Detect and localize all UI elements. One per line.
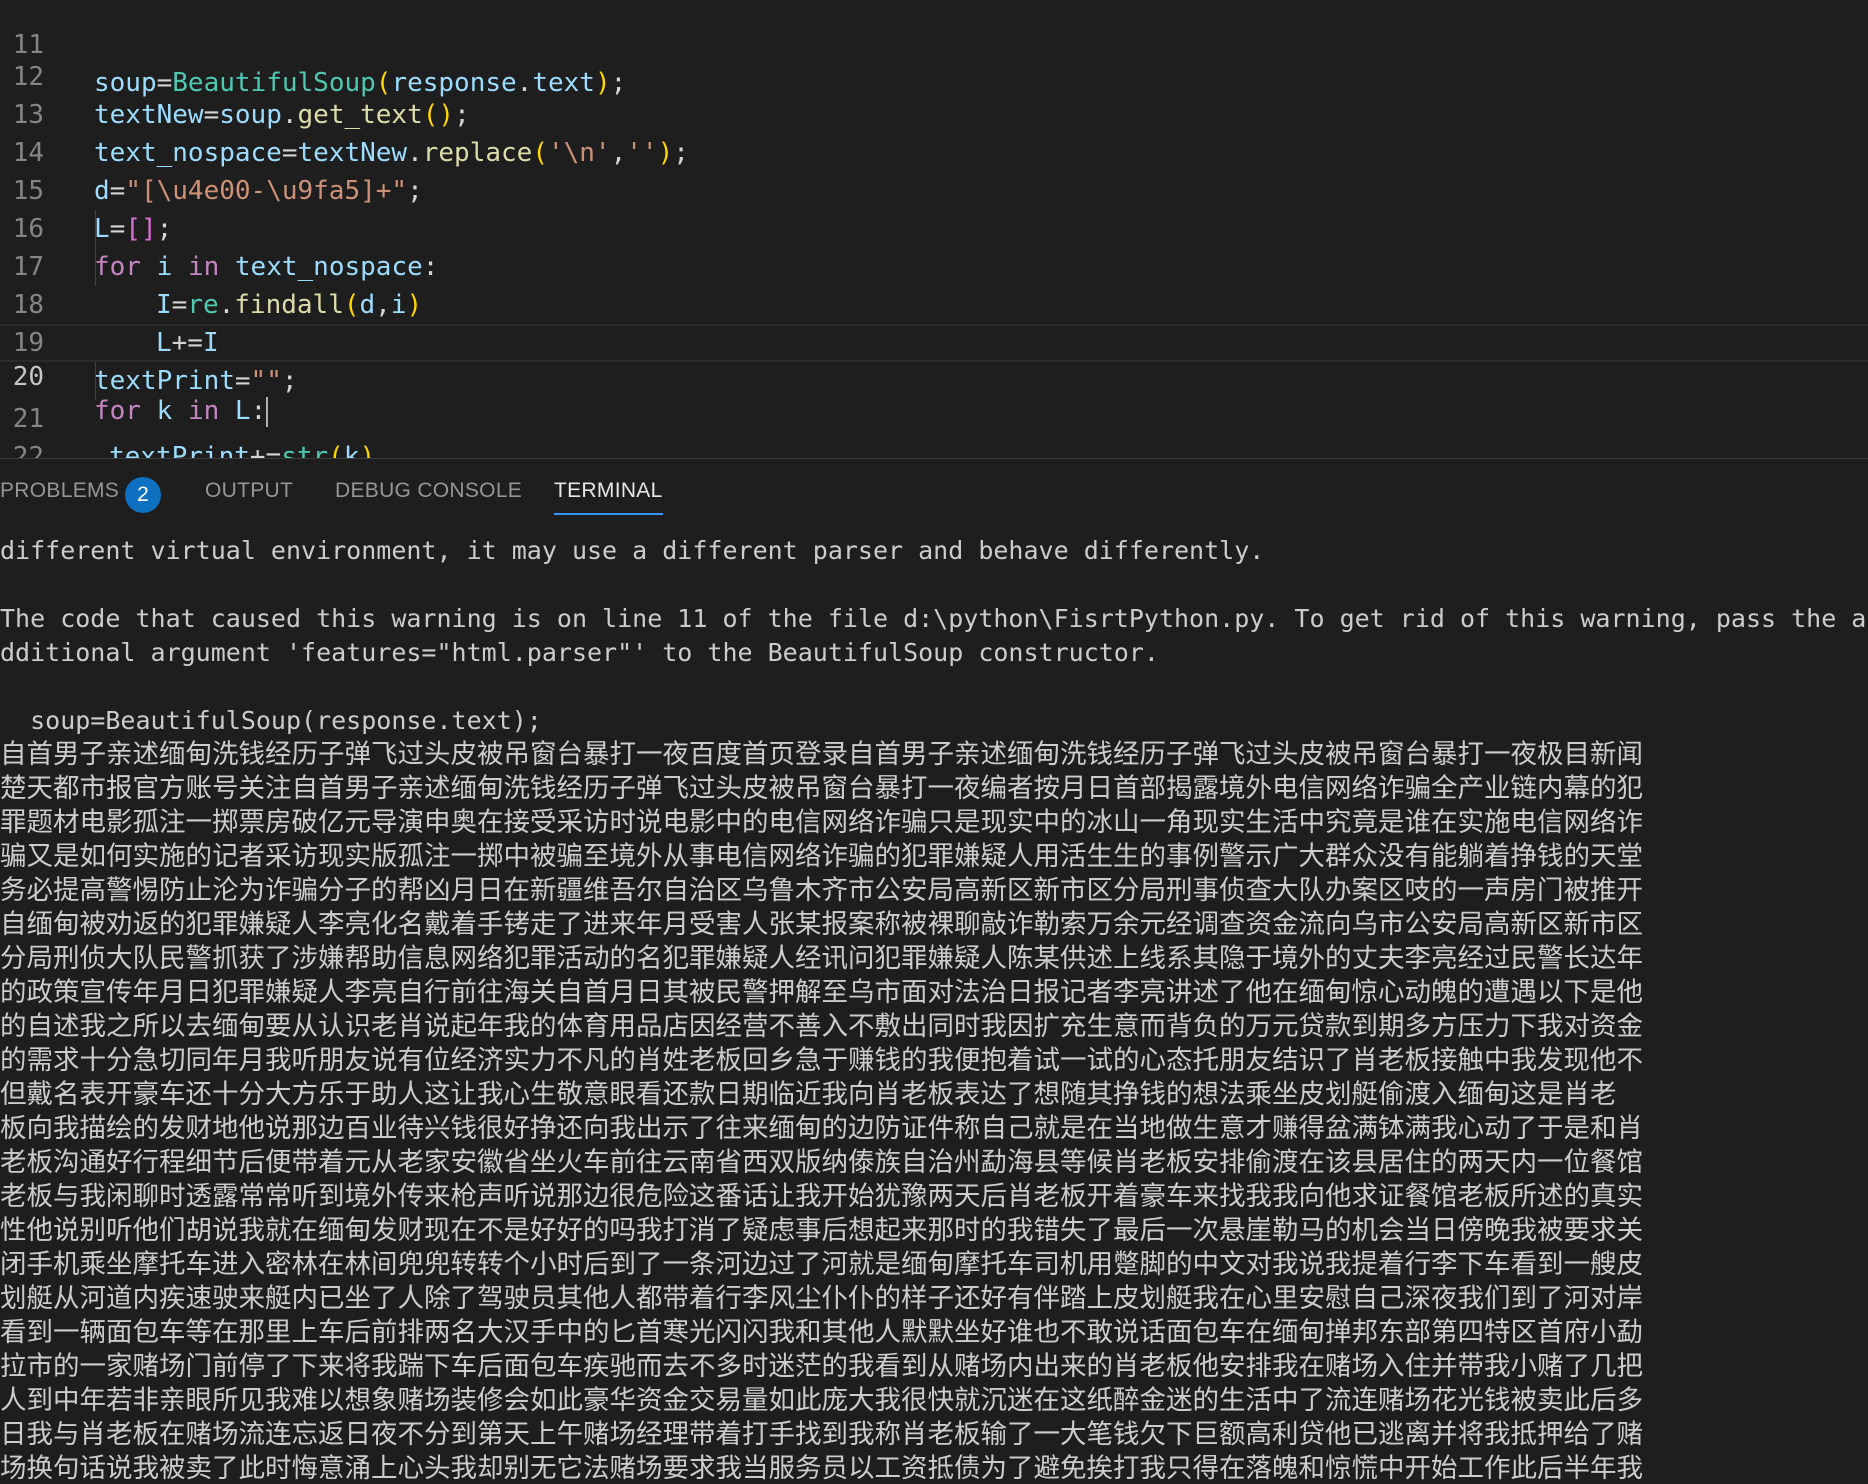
terminal-output-line: 拉市的一家赌场门前停了下来将我踹下车后面包车疾驰而去不多时迷茫的我看到从赌场内出… [0,1351,1643,1382]
terminal-output-line: 的自述我之所以去缅甸要从认识老肖说起年我的体育用品店因经营不善入不敷出同时我因扩… [0,1011,1643,1042]
terminal-output-line: 但戴名表开豪车还十分大方乐于助人这让我心生敬意眼看还款日期临近我向肖老板表达了想… [0,1079,1617,1110]
terminal-output-line: 骗又是如何实施的记者采访现实版孤注一掷中被骗至境外从事电信网络诈骗的犯罪嫌疑人用… [0,841,1643,872]
terminal-line: dditional argument 'features="html.parse… [0,638,1159,667]
code-line[interactable]: 16 for i in text_nospace: [0,172,1868,282]
tab-debug-console[interactable]: DEBUG CONSOLE [335,459,522,523]
terminal-output-line: 楚天都市报官方账号关注自首男子亲述缅甸洗钱经历子弹飞过头皮被吊窗台暴打一夜编者按… [0,773,1643,804]
terminal-output[interactable]: different virtual environment, it may us… [0,523,1868,1484]
code-line[interactable]: 18 L+=I [0,248,1868,358]
terminal-output-line: 务必提高警惕防止沦为诈骗分子的帮凶月日在新疆维吾尔自治区乌鲁木齐市公安局高新区新… [0,875,1643,906]
tab-problems[interactable]: PROBLEMS [0,459,119,523]
indent-guide [95,210,96,286]
terminal-output-line: 场换句话说我被卖了此时悔意涌上心头我却别无它法赌场要求我当服务员以工资抵债为了避… [0,1453,1643,1484]
code-line[interactable]: 13 text_nospace=textNew.replace('\n','')… [0,58,1868,168]
code-line[interactable]: 19 textPrint=""; [0,286,1868,396]
terminal-output-line: 自首男子亲述缅甸洗钱经历子弹飞过头皮被吊窗台暴打一夜百度首页登录自首男子亲述缅甸… [0,739,1643,770]
terminal-output-line: 性他说别听他们胡说我就在缅甸发财现在不是好好的吗我打消了疑虑事后想起来那时的我错… [0,1215,1643,1246]
tab-debug-console-label: DEBUG CONSOLE [335,479,523,502]
code-line[interactable]: 17 I=re.findall(d,i) [0,210,1868,320]
tab-problems-label: PROBLEMS [0,479,120,502]
indent-guide [95,362,96,400]
terminal-output-line: 罪题材电影孤注一掷票房破亿元导演申奥在接受采访时说电影中的电信网络诈骗只是现实中… [0,807,1643,838]
terminal-output-line: 人到中年若非亲眼所见我难以想象赌场装修会如此豪华资金交易量如此庞大我很快就沉迷在… [0,1385,1643,1416]
terminal-line: soup=BeautifulSoup(response.text); [0,706,542,735]
terminal-output-line: 老板沟通好行程细节后便带着元从老家安徽省坐火车前往云南省西双版纳傣族自治州勐海县… [0,1147,1643,1178]
terminal-output-line: 板向我描绘的发财地他说那边百业待兴钱很好挣还向我出示了往来缅甸的边防证件称自己就… [0,1113,1643,1144]
terminal-output-line: 的需求十分急切同年月我听朋友说有位经济实力不凡的肖姓老板回乡急于赚钱的我便抱着试… [0,1045,1643,1076]
terminal-output-line: 闭手机乘坐摩托车进入密林在林间兜兜转转个小时后到了一条河边过了河就是缅甸摩托车司… [0,1249,1643,1280]
terminal-output-line: 日我与肖老板在赌场流连忘返日夜不分到第天上午赌场经理带着打手找到我称肖老板输了一… [0,1419,1643,1450]
terminal-line: The code that caused this warning is on … [0,604,1867,633]
terminal-output-line: 划艇从河道内疾速驶来艇内已坐了人除了驾驶员其他人都带着行李风尘仆仆的样子还好有伴… [0,1283,1643,1314]
panel-tab-bar: PROBLEMS 2 OUTPUT DEBUG CONSOLE TERMINAL [0,459,1868,523]
terminal-output-line: 老板与我闲聊时透露常常听到境外传来枪声听说那边很危险这番话让我开始犹豫两天后肖老… [0,1181,1643,1212]
terminal-output-line: 自缅甸被劝返的犯罪嫌疑人李亮化名戴着手铐走了进来年月受害人张某报案称被裸聊敲诈勒… [0,909,1643,940]
code-line[interactable]: 14 d="[\u4e00-\u9fa5]+"; [0,96,1868,206]
tab-terminal-label: TERMINAL [554,479,663,502]
tab-output[interactable]: OUTPUT [205,459,293,523]
terminal-output-line: 看到一辆面包车等在那里上车后前排两名大汉手中的匕首寒光闪闪我和其他人默默坐好谁也… [0,1317,1643,1348]
code-line[interactable]: 21 textPrint+=str(k) [0,362,1868,458]
code-line-current[interactable]: 20 for k in L: [0,324,1868,427]
tab-output-label: OUTPUT [205,479,294,502]
terminal-output-line: 分局刑侦大队民警抓获了涉嫌帮助信息网络犯罪活动的名犯罪嫌疑人经讯问犯罪嫌疑人陈某… [0,943,1643,974]
code-line[interactable]: 15 L=[]; [0,134,1868,244]
terminal-line: different virtual environment, it may us… [0,536,1265,565]
code-editor[interactable]: 11 soup=BeautifulSoup(response.text); 12… [0,0,1868,458]
problems-count-badge: 2 [125,477,161,513]
terminal-output-line: 的政策宣传年月日犯罪嫌疑人李亮自行前往海关自首月日其被民警押解至乌市面对法治日报… [0,977,1643,1008]
code-line[interactable]: 22 print(textPrint); [0,400,1868,458]
tab-terminal[interactable]: TERMINAL [554,459,663,523]
code-line[interactable]: 23 [0,438,1868,458]
code-line[interactable]: 12 textNew=soup.get_text(); [0,20,1868,130]
